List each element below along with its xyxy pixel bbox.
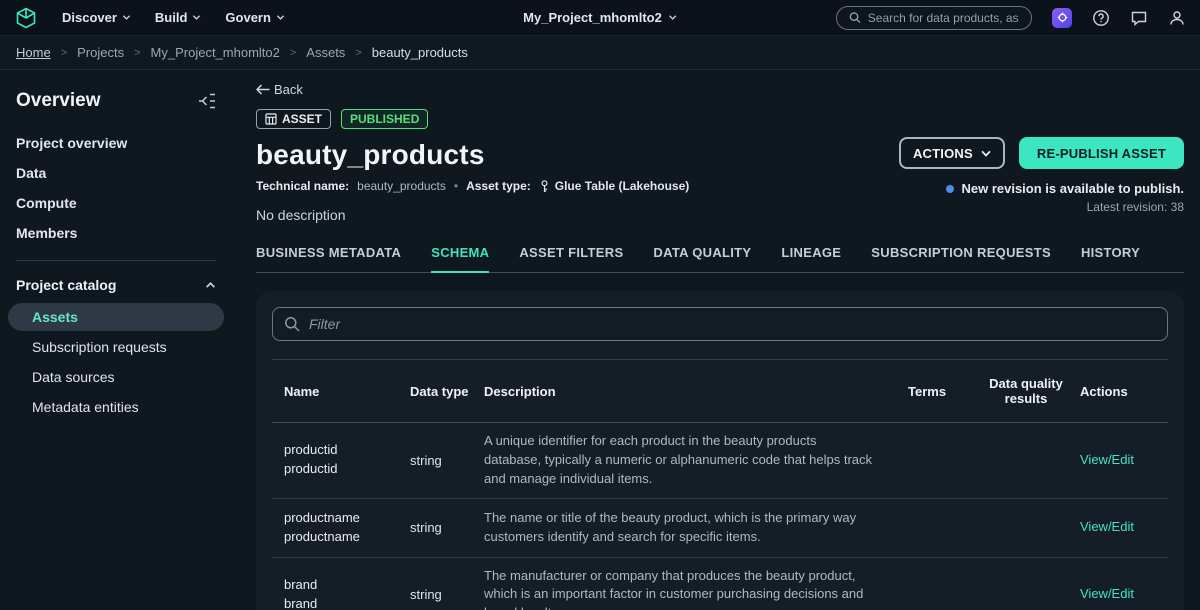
breadcrumb-project[interactable]: My_Project_mhomlto2	[151, 45, 280, 60]
column-header-data-quality: Data quality results	[986, 376, 1066, 406]
cell-name: productid productid	[284, 441, 396, 479]
global-search-input[interactable]: Search for data products, ass...	[836, 6, 1032, 30]
table-row: productid productid string A unique iden…	[272, 423, 1168, 499]
nav-build[interactable]: Build	[155, 10, 202, 25]
chevron-down-icon	[192, 13, 201, 22]
column-header-data-type: Data type	[410, 384, 470, 399]
sidebar-divider	[16, 260, 216, 261]
asset-type-label: Asset type:	[466, 179, 531, 193]
technical-name-value: beauty_products	[357, 179, 446, 193]
user-profile-icon[interactable]	[1168, 9, 1186, 27]
cell-description: A unique identifier for each product in …	[484, 432, 894, 489]
asset-type-badge: ASSET	[256, 109, 331, 129]
breadcrumb-separator: >	[290, 47, 296, 59]
published-status-badge: PUBLISHED	[341, 109, 428, 129]
actions-button[interactable]: ACTIONS	[899, 137, 1005, 169]
revision-dot-icon	[946, 185, 954, 193]
asset-type-value: Glue Table (Lakehouse)	[539, 179, 689, 193]
filter-search-icon	[284, 316, 300, 332]
sidebar-item-subscription-requests[interactable]: Subscription requests	[8, 333, 224, 361]
latest-revision: Latest revision: 38	[899, 200, 1184, 214]
feedback-icon[interactable]	[1130, 9, 1148, 27]
column-header-description: Description	[484, 384, 894, 399]
back-arrow-icon	[256, 84, 270, 95]
column-header-terms: Terms	[908, 384, 972, 399]
sidebar-item-metadata-entities[interactable]: Metadata entities	[8, 393, 224, 421]
nav-govern[interactable]: Govern	[225, 10, 285, 25]
view-edit-link[interactable]: View/Edit	[1080, 451, 1156, 470]
breadcrumb-home[interactable]: Home	[16, 45, 51, 60]
sidebar-item-compute[interactable]: Compute	[16, 188, 216, 218]
cell-description: The name or title of the beauty product,…	[484, 509, 894, 547]
breadcrumb-assets[interactable]: Assets	[306, 45, 345, 60]
sidebar-item-assets[interactable]: Assets	[8, 303, 224, 331]
help-icon[interactable]	[1092, 9, 1110, 27]
schema-table-header: Name Data type Description Terms Data qu…	[272, 359, 1168, 423]
table-grid-icon	[265, 113, 277, 125]
cell-data-type: string	[410, 453, 470, 468]
breadcrumb: Home > Projects > My_Project_mhomlto2 > …	[0, 36, 1200, 70]
search-icon	[849, 11, 861, 24]
tab-data-quality[interactable]: DATA QUALITY	[653, 245, 751, 273]
breadcrumb-current: beauty_products	[372, 45, 468, 60]
top-nav-bar: Discover Build Govern My_Project_mhomlto…	[0, 0, 1200, 36]
tab-history[interactable]: HISTORY	[1081, 245, 1140, 273]
breadcrumb-separator: >	[355, 47, 361, 59]
cell-description: The manufacturer or company that produce…	[484, 567, 894, 610]
chevron-down-icon	[276, 13, 285, 22]
sidebar-title: Overview	[16, 90, 101, 112]
nav-discover[interactable]: Discover	[62, 10, 131, 25]
schema-filter-input[interactable]	[272, 307, 1168, 341]
column-header-name: Name	[284, 384, 396, 399]
project-selector[interactable]: My_Project_mhomlto2	[523, 10, 677, 25]
chevron-down-icon	[122, 13, 131, 22]
tab-schema[interactable]: SCHEMA	[431, 245, 489, 273]
column-header-actions: Actions	[1080, 384, 1156, 399]
sidebar-subnav: Assets Subscription requests Data source…	[16, 303, 216, 421]
revision-notice: New revision is available to publish.	[899, 181, 1184, 196]
sidebar-item-project-overview[interactable]: Project overview	[16, 128, 216, 158]
tab-business-metadata[interactable]: BUSINESS METADATA	[256, 245, 401, 273]
table-row: brand brand string The manufacturer or c…	[272, 558, 1168, 610]
table-row: productname productname string The name …	[272, 499, 1168, 558]
page-title: beauty_products	[256, 139, 899, 171]
sidebar: Overview Project overview Data Compute M…	[0, 70, 232, 610]
schema-table: Name Data type Description Terms Data qu…	[272, 359, 1168, 610]
asset-description: No description	[256, 207, 899, 223]
technical-name-label: Technical name:	[256, 179, 349, 193]
app-logo-icon[interactable]	[14, 6, 38, 30]
breadcrumb-separator: >	[134, 47, 140, 59]
tab-asset-filters[interactable]: ASSET FILTERS	[519, 245, 623, 273]
view-edit-link[interactable]: View/Edit	[1080, 585, 1156, 604]
chevron-up-icon	[205, 280, 216, 291]
view-edit-link[interactable]: View/Edit	[1080, 518, 1156, 537]
chevron-down-icon	[668, 13, 677, 22]
sidebar-nav: Project overview Data Compute Members	[16, 128, 216, 248]
sidebar-section-project-catalog[interactable]: Project catalog	[16, 271, 216, 299]
asset-meta: Technical name: beauty_products • Asset …	[256, 179, 899, 193]
cell-data-type: string	[410, 520, 470, 535]
chevron-down-icon	[981, 150, 991, 157]
sidebar-item-data-sources[interactable]: Data sources	[8, 363, 224, 391]
cell-name: productname productname	[284, 509, 396, 547]
cell-data-type: string	[410, 587, 470, 602]
tab-bar: BUSINESS METADATA SCHEMA ASSET FILTERS D…	[256, 245, 1184, 273]
collapse-sidebar-icon[interactable]	[198, 93, 216, 109]
schema-panel: Name Data type Description Terms Data qu…	[256, 291, 1184, 610]
cell-name: brand brand	[284, 576, 396, 610]
main-content: Back ASSET PUBLISHED beauty_products Tec…	[232, 70, 1200, 610]
breadcrumb-projects[interactable]: Projects	[77, 45, 124, 60]
tab-lineage[interactable]: LINEAGE	[781, 245, 841, 273]
back-button[interactable]: Back	[256, 82, 303, 97]
sagemaker-app-icon[interactable]	[1052, 8, 1072, 28]
breadcrumb-separator: >	[61, 47, 67, 59]
tab-subscription-requests[interactable]: SUBSCRIPTION REQUESTS	[871, 245, 1051, 273]
sidebar-item-members[interactable]: Members	[16, 218, 216, 248]
republish-asset-button[interactable]: RE-PUBLISH ASSET	[1019, 137, 1184, 169]
sidebar-item-data[interactable]: Data	[16, 158, 216, 188]
glue-table-icon	[539, 180, 550, 193]
